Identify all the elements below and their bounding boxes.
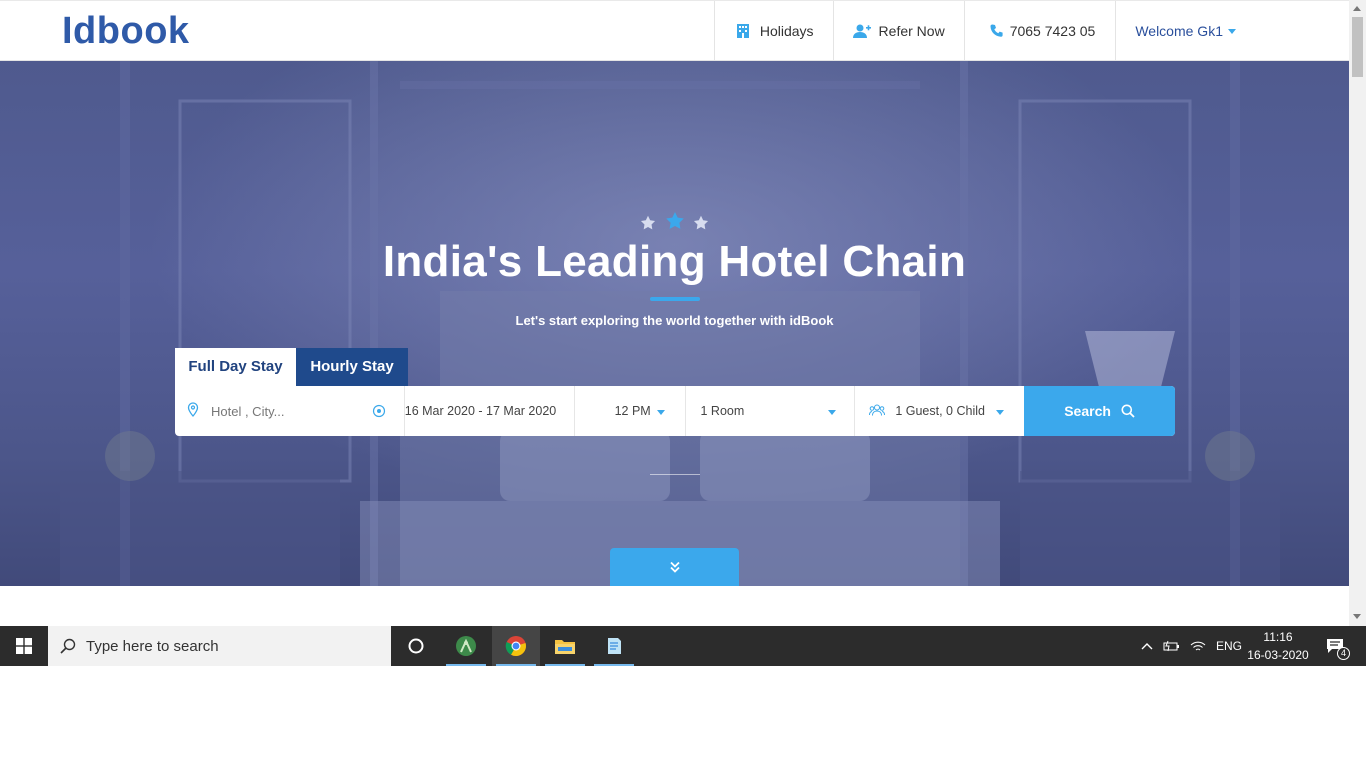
guests-icon — [869, 404, 886, 419]
guests-select[interactable]: 1 Guest, 0 Child — [855, 386, 1024, 436]
chevron-down-icon — [828, 410, 837, 415]
phone-icon — [990, 23, 1004, 39]
chevron-down-icon — [656, 410, 665, 415]
welcome-label: Welcome Gk1 — [1135, 23, 1223, 39]
tab-full-day-stay[interactable]: Full Day Stay — [175, 348, 296, 386]
chrome-icon[interactable] — [492, 626, 540, 666]
screen: Idbook Holidays Refer Now 7065 7423 05 W… — [0, 0, 1366, 768]
blank-area — [0, 666, 1366, 768]
holidays-label: Holidays — [759, 23, 814, 39]
hero-headline: India's Leading Hotel Chain — [382, 237, 967, 286]
date-range-value: 16 Mar 2020 - 17 Mar 2020 — [404, 404, 557, 418]
idbook-logo[interactable]: Idbook — [62, 9, 190, 53]
taskbar-search-placeholder: Type here to search — [86, 637, 219, 655]
hero-banner: India's Leading Hotel Chain Let's start … — [0, 61, 1349, 586]
taskbar-search-box[interactable]: Type here to search — [48, 626, 391, 666]
battery-icon[interactable] — [1159, 640, 1185, 652]
building-icon — [734, 23, 752, 39]
chevron-up-icon[interactable] — [1139, 642, 1155, 650]
search-button[interactable]: Search — [1024, 386, 1175, 436]
windows-logo-icon — [16, 638, 32, 654]
scroll-down-arrow-icon[interactable] — [1353, 614, 1361, 619]
clock-time: 11:16 — [1263, 630, 1293, 644]
tab-hourly-stay[interactable]: Hourly Stay — [296, 348, 408, 386]
hero-subline: Let's start exploring the world together… — [515, 313, 834, 328]
divider-line — [650, 474, 700, 475]
chevron-down-icon — [996, 410, 1005, 415]
search-icon — [1121, 404, 1135, 418]
hotel-city-placeholder: Hotel , City... — [211, 403, 285, 419]
clock-date: 16-03-2020 — [1247, 648, 1309, 662]
page-scrollbar[interactable] — [1349, 0, 1366, 626]
locate-me-icon[interactable] — [372, 404, 386, 421]
holidays-link[interactable]: Holidays — [713, 1, 833, 61]
location-pin-icon — [187, 402, 199, 420]
phone-link[interactable]: 7065 7423 05 — [963, 1, 1116, 61]
hotel-search-form: Hotel , City... 16 Mar 2020 - 17 Mar 202… — [175, 386, 1175, 436]
star-icon — [665, 211, 685, 236]
scroll-up-arrow-icon[interactable] — [1353, 6, 1361, 11]
add-user-icon — [852, 23, 871, 39]
system-tray: ENG — [1139, 626, 1242, 666]
refer-now-link[interactable]: Refer Now — [832, 1, 964, 61]
android-studio-icon[interactable] — [442, 626, 490, 666]
refer-now-label: Refer Now — [878, 23, 945, 39]
star-icon — [640, 215, 656, 236]
search-button-label: Search — [1064, 403, 1111, 419]
notification-count-badge: 4 — [1337, 647, 1350, 660]
rooms-value: 1 Room — [700, 404, 745, 418]
rating-stars — [0, 211, 1349, 236]
double-chevron-down-icon — [669, 561, 680, 573]
notification-icon: 4 — [1322, 635, 1350, 660]
file-explorer-icon[interactable] — [541, 626, 589, 666]
stay-type-tabs: Full Day Stay Hourly Stay — [175, 348, 408, 386]
welcome-menu[interactable]: Welcome Gk1 — [1115, 1, 1349, 61]
language-indicator[interactable]: ENG — [1216, 639, 1242, 653]
scroll-down-button[interactable] — [610, 548, 739, 586]
check-in-time-value: 12 PM — [614, 404, 651, 418]
taskbar-clock[interactable]: 11:16 16-03-2020 — [1240, 628, 1316, 664]
phone-number: 7065 7423 05 — [1009, 23, 1096, 39]
start-button[interactable] — [0, 626, 48, 666]
notepad-icon[interactable] — [590, 626, 638, 666]
check-in-time-select[interactable]: 12 PM — [575, 386, 686, 436]
cortana-icon[interactable] — [392, 626, 440, 666]
wifi-icon[interactable] — [1185, 640, 1211, 652]
site-header: Idbook Holidays Refer Now 7065 7423 05 W… — [0, 0, 1349, 61]
date-range-picker[interactable]: 16 Mar 2020 - 17 Mar 2020 — [405, 386, 575, 436]
headline-underline — [650, 297, 700, 301]
guests-value: 1 Guest, 0 Child — [895, 404, 985, 418]
scroll-thumb[interactable] — [1352, 17, 1363, 77]
rooms-select[interactable]: 1 Room — [686, 386, 856, 436]
action-center-button[interactable]: 4 — [1322, 626, 1350, 666]
top-nav: Holidays Refer Now 7065 7423 05 Welcome … — [713, 1, 1349, 61]
hotel-city-input[interactable]: Hotel , City... — [175, 386, 405, 436]
chevron-down-icon — [1228, 28, 1236, 34]
search-icon — [60, 638, 76, 654]
windows-taskbar: Type here to search ENG 11:16 16-03-2020… — [0, 626, 1366, 666]
star-icon — [693, 215, 709, 236]
